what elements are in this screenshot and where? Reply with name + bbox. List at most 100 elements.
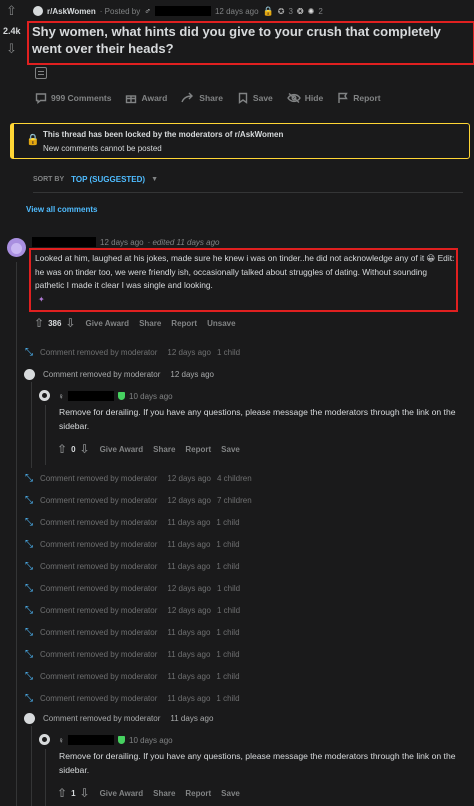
- mod-shield-icon: [118, 736, 125, 744]
- children-count[interactable]: 1 child: [216, 694, 239, 703]
- comments-button[interactable]: 999 Comments: [35, 92, 111, 104]
- mod-thread-line[interactable]: [31, 382, 32, 468]
- expand-icon[interactable]: ⤡: [24, 605, 34, 616]
- removed-comment-row[interactable]: ⤡ Comment removed by moderator 12 days ago…: [24, 582, 240, 594]
- removed-label: Comment removed by moderator: [40, 539, 158, 549]
- removed-avatar-icon[interactable]: [24, 368, 35, 380]
- removed-time: 11 days ago: [170, 713, 214, 723]
- removed-label: Comment removed by moderator: [43, 713, 161, 723]
- post-title[interactable]: Shy women, what hints did you give to yo…: [32, 23, 472, 57]
- report-button[interactable]: Report: [171, 319, 197, 328]
- sort-bar: SORT BY TOP (SUGGESTED) ▼: [33, 175, 158, 184]
- share-button[interactable]: Share: [181, 92, 223, 104]
- report-button[interactable]: Report: [185, 789, 211, 798]
- share-button[interactable]: Share: [153, 789, 175, 798]
- award-button[interactable]: Award: [125, 92, 167, 104]
- removed-comment-row[interactable]: ⤡ Comment removed by moderator 12 days ago…: [24, 472, 252, 484]
- children-count[interactable]: 1 child: [217, 584, 240, 593]
- removed-comment-row[interactable]: ⤡ Comment removed by moderator 11 days ago…: [24, 516, 240, 528]
- redacted-username: [32, 237, 96, 247]
- expand-icon[interactable]: ⤡: [24, 561, 34, 572]
- lock-notice-title: This thread has been locked by the moder…: [43, 130, 284, 139]
- expand-icon[interactable]: ⤡: [24, 539, 34, 550]
- report-button[interactable]: Report: [185, 445, 211, 454]
- removed-comment-row[interactable]: ⤡ Comment removed by moderator 12 days ago…: [24, 494, 252, 506]
- removed-comment-row[interactable]: ⤡ Comment removed by moderator 12 days ago…: [24, 346, 240, 358]
- children-count[interactable]: 1 child: [216, 518, 239, 527]
- mod-reply-body: Remove for derailing. If you have any qu…: [59, 407, 456, 431]
- expand-icon[interactable]: ⤡: [24, 627, 34, 638]
- downvote-icon[interactable]: ⇩: [80, 787, 90, 800]
- reply-thread-line[interactable]: [45, 749, 46, 806]
- report-button[interactable]: Report: [337, 92, 381, 104]
- award-badge-icon: ❂: [296, 6, 304, 16]
- upvote-icon[interactable]: ⇧: [57, 787, 67, 800]
- downvote-icon[interactable]: ⇩: [6, 42, 17, 55]
- share-button[interactable]: Share: [139, 319, 161, 328]
- commenter-avatar[interactable]: [7, 238, 26, 257]
- expand-icon[interactable]: ⤡: [24, 517, 34, 528]
- expand-icon[interactable]: ⤡: [24, 347, 34, 358]
- sort-dropdown[interactable]: TOP (SUGGESTED) ▼: [71, 175, 158, 184]
- expand-icon[interactable]: ⤡: [24, 671, 34, 682]
- children-count[interactable]: 1 child: [216, 650, 239, 659]
- removed-comment-row[interactable]: ⤡ Comment removed by moderator 11 days ago…: [24, 670, 240, 682]
- removed-comment-row[interactable]: ⤡ Comment removed by moderator 11 days ago…: [24, 626, 240, 638]
- comment-thread-line[interactable]: [16, 262, 17, 806]
- chevron-down-icon: ▼: [151, 176, 158, 183]
- lock-notice-subtitle: New comments cannot be posted: [43, 144, 162, 153]
- unsave-button[interactable]: Unsave: [207, 319, 235, 328]
- downvote-icon[interactable]: ⇩: [65, 317, 75, 330]
- comment-icon: [35, 93, 47, 104]
- upvote-icon[interactable]: ⇧: [57, 443, 67, 456]
- removed-comment-row[interactable]: ⤡ Comment removed by moderator 11 days ago…: [24, 648, 240, 660]
- removed-comment-row[interactable]: Comment removed by moderator 11 days ago: [24, 712, 219, 724]
- children-count[interactable]: 4 children: [217, 474, 252, 483]
- removed-comment-row[interactable]: ⤡ Comment removed by moderator 12 days ago…: [24, 604, 240, 616]
- moderator-avatar[interactable]: [39, 390, 50, 401]
- mod-reply-actions: ⇧ 1 ⇩ Give Award Share Report Save: [57, 787, 240, 800]
- post-body-icon[interactable]: [35, 67, 47, 79]
- removed-avatar-icon[interactable]: [24, 712, 35, 724]
- upvote-icon[interactable]: ⇧: [6, 4, 17, 17]
- children-count[interactable]: 7 children: [217, 496, 252, 505]
- expand-icon[interactable]: ⤡: [24, 473, 34, 484]
- give-award-button[interactable]: Give Award: [100, 445, 144, 454]
- redacted-username: [68, 735, 114, 745]
- hide-button[interactable]: Hide: [286, 92, 323, 104]
- removed-comment-row[interactable]: Comment removed by moderator 12 days ago: [24, 368, 220, 380]
- subreddit-link[interactable]: r/AskWomen: [47, 7, 96, 16]
- share-button[interactable]: Share: [153, 445, 175, 454]
- subreddit-icon[interactable]: [33, 6, 43, 16]
- expand-icon[interactable]: ⤡: [24, 693, 34, 704]
- children-count[interactable]: 1 child: [216, 672, 239, 681]
- moderator-avatar[interactable]: [39, 734, 50, 745]
- expand-icon[interactable]: ⤡: [24, 495, 34, 506]
- reply-thread-line[interactable]: [45, 405, 46, 465]
- children-count[interactable]: 1 child: [216, 562, 239, 571]
- save-button[interactable]: Save: [221, 445, 240, 454]
- save-button[interactable]: Save: [221, 789, 240, 798]
- removed-label: Comment removed by moderator: [40, 583, 158, 593]
- expand-icon[interactable]: ⤡: [24, 649, 34, 660]
- give-award-button[interactable]: Give Award: [85, 319, 129, 328]
- children-count[interactable]: 1 child: [217, 348, 240, 357]
- downvote-icon[interactable]: ⇩: [80, 443, 90, 456]
- gift-icon: [126, 95, 137, 104]
- removed-comment-row[interactable]: ⤡ Comment removed by moderator 11 days ago…: [24, 692, 240, 704]
- children-count[interactable]: 1 child: [217, 606, 240, 615]
- mod-reply-time: 10 days ago: [129, 735, 173, 745]
- children-count[interactable]: 1 child: [216, 628, 239, 637]
- expand-icon[interactable]: ⤡: [24, 583, 34, 594]
- removed-comment-row[interactable]: ⤡ Comment removed by moderator 11 days ago…: [24, 560, 240, 572]
- removed-comment-row[interactable]: ⤡ Comment removed by moderator 11 days ago…: [24, 538, 240, 550]
- locked-thread-notice: 🔒 This thread has been locked by the mod…: [10, 123, 470, 159]
- mod-reply-meta: ♀ 10 days ago: [58, 735, 173, 745]
- upvote-icon[interactable]: ⇧: [34, 317, 44, 330]
- save-button[interactable]: Save: [237, 92, 273, 104]
- female-symbol-icon: ♀: [58, 391, 64, 401]
- children-count[interactable]: 1 child: [216, 540, 239, 549]
- give-award-button[interactable]: Give Award: [100, 789, 144, 798]
- view-all-comments-link[interactable]: View all comments: [26, 205, 97, 214]
- mod-thread-line[interactable]: [31, 726, 32, 806]
